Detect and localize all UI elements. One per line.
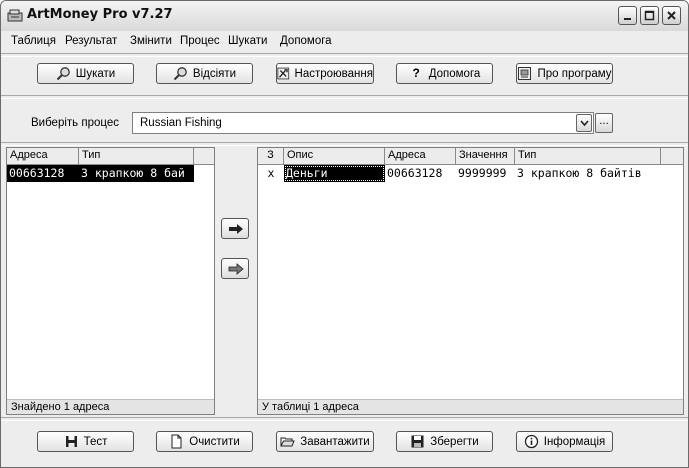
app-icon — [7, 9, 23, 22]
column-address[interactable]: Адреса — [7, 148, 79, 164]
process-select[interactable]: Russian Fishing — [132, 112, 594, 134]
menu-search[interactable]: Шукати — [228, 35, 267, 47]
save-button[interactable]: Зберегти — [396, 431, 493, 452]
search-button[interactable]: Шукати — [37, 63, 134, 84]
question-icon: ? — [412, 66, 420, 80]
process-select-value: Russian Fishing — [140, 117, 222, 129]
maximize-button[interactable] — [640, 6, 659, 25]
save-button-label: Зберегти — [430, 435, 479, 448]
column-description[interactable]: Опис — [284, 148, 385, 164]
found-status: Знайдено 1 адреса — [7, 399, 214, 414]
test-button[interactable]: Тест — [37, 431, 134, 452]
address-table-header: З Опис Адреса Значення Тип — [258, 148, 683, 165]
menu-result[interactable]: Результат — [65, 35, 117, 47]
about-button-label: Про програму — [537, 67, 612, 80]
found-addresses-panel: Адреса Тип 00663128 З крапкою 8 бай Знай… — [6, 147, 215, 415]
settings-button-label: Настроювання — [294, 67, 373, 80]
table-status: У таблиці 1 адреса — [258, 399, 683, 414]
arrow-right-all-icon — [228, 263, 244, 275]
separator — [1, 53, 688, 57]
menu-table[interactable]: Таблиця — [11, 35, 56, 47]
row-description[interactable]: Деньги — [284, 165, 385, 182]
row-type: З крапкою 8 байтів — [517, 166, 642, 180]
row-address: 00663128 — [387, 166, 443, 180]
browse-process-button[interactable]: ... — [595, 113, 613, 133]
about-icon — [518, 67, 532, 80]
menu-edit[interactable]: Змінити — [130, 35, 172, 47]
arrow-right-icon — [229, 224, 243, 234]
minimize-icon — [624, 18, 631, 20]
table-row[interactable]: 00663128 З крапкою 8 бай — [7, 165, 214, 182]
filter-button[interactable]: Відсіяти — [156, 63, 253, 84]
row-freeze[interactable]: x — [258, 165, 284, 182]
row-value[interactable]: 9999999 — [456, 165, 515, 182]
maximize-icon — [644, 10, 655, 21]
search-button-label: Шукати — [75, 67, 116, 80]
address-table-panel: З Опис Адреса Значення Тип x Деньги 0066… — [257, 147, 684, 415]
test-button-label: Тест — [83, 435, 108, 448]
document-icon — [171, 434, 182, 449]
column-address[interactable]: Адреса — [385, 148, 456, 164]
chevron-down-icon — [580, 120, 589, 127]
main-window: ArtMoney Pro v7.27 Таблиця Результат Змі… — [0, 0, 689, 468]
found-table-header: Адреса Тип — [7, 148, 214, 165]
column-type[interactable]: Тип — [515, 148, 661, 164]
help-button-label: Допомога — [428, 67, 481, 80]
separator — [1, 95, 688, 99]
add-all-button[interactable] — [221, 258, 249, 279]
help-button[interactable]: ? Допомога — [396, 63, 493, 84]
close-button[interactable] — [662, 6, 681, 25]
close-icon — [667, 11, 676, 20]
info-button-label: Інформація — [543, 435, 606, 448]
about-button[interactable]: Про програму — [516, 63, 613, 84]
window-title: ArtMoney Pro v7.27 — [27, 7, 173, 22]
folder-open-icon — [280, 437, 296, 447]
process-dropdown-button[interactable] — [576, 114, 592, 132]
row-address: 00663128 — [7, 165, 79, 182]
column-freeze[interactable]: З — [258, 148, 284, 164]
info-button[interactable]: Інформація — [516, 431, 613, 452]
tools-icon — [277, 67, 290, 80]
clear-button[interactable]: Очистити — [156, 431, 253, 452]
separator — [1, 142, 688, 146]
menu-process[interactable]: Процес — [180, 35, 220, 47]
add-selected-button[interactable] — [221, 218, 249, 239]
magnifier-icon — [56, 67, 70, 81]
process-label: Виберіть процес — [31, 117, 119, 129]
row-type: З крапкою 8 бай — [79, 165, 194, 182]
settings-button[interactable]: Настроювання — [276, 63, 374, 84]
column-value[interactable]: Значення — [456, 148, 515, 164]
separator — [1, 417, 688, 421]
magnifier-filter-icon — [173, 67, 187, 81]
column-type[interactable]: Тип — [79, 148, 194, 164]
menu-bar: Таблиця Результат Змінити Процес Шукати … — [1, 33, 688, 51]
load-button-label: Завантажити — [300, 435, 370, 448]
minimize-button[interactable] — [618, 6, 637, 25]
title-bar: ArtMoney Pro v7.27 — [1, 1, 688, 31]
test-icon — [65, 436, 77, 447]
table-row[interactable]: x Деньги 00663128 9999999 З крапкою 8 ба… — [258, 165, 683, 182]
clear-button-label: Очистити — [189, 435, 240, 448]
info-icon — [524, 434, 538, 449]
floppy-disk-icon — [411, 435, 424, 448]
filter-button-label: Відсіяти — [192, 67, 237, 80]
menu-help[interactable]: Допомога — [280, 35, 332, 47]
load-button[interactable]: Завантажити — [276, 431, 374, 452]
